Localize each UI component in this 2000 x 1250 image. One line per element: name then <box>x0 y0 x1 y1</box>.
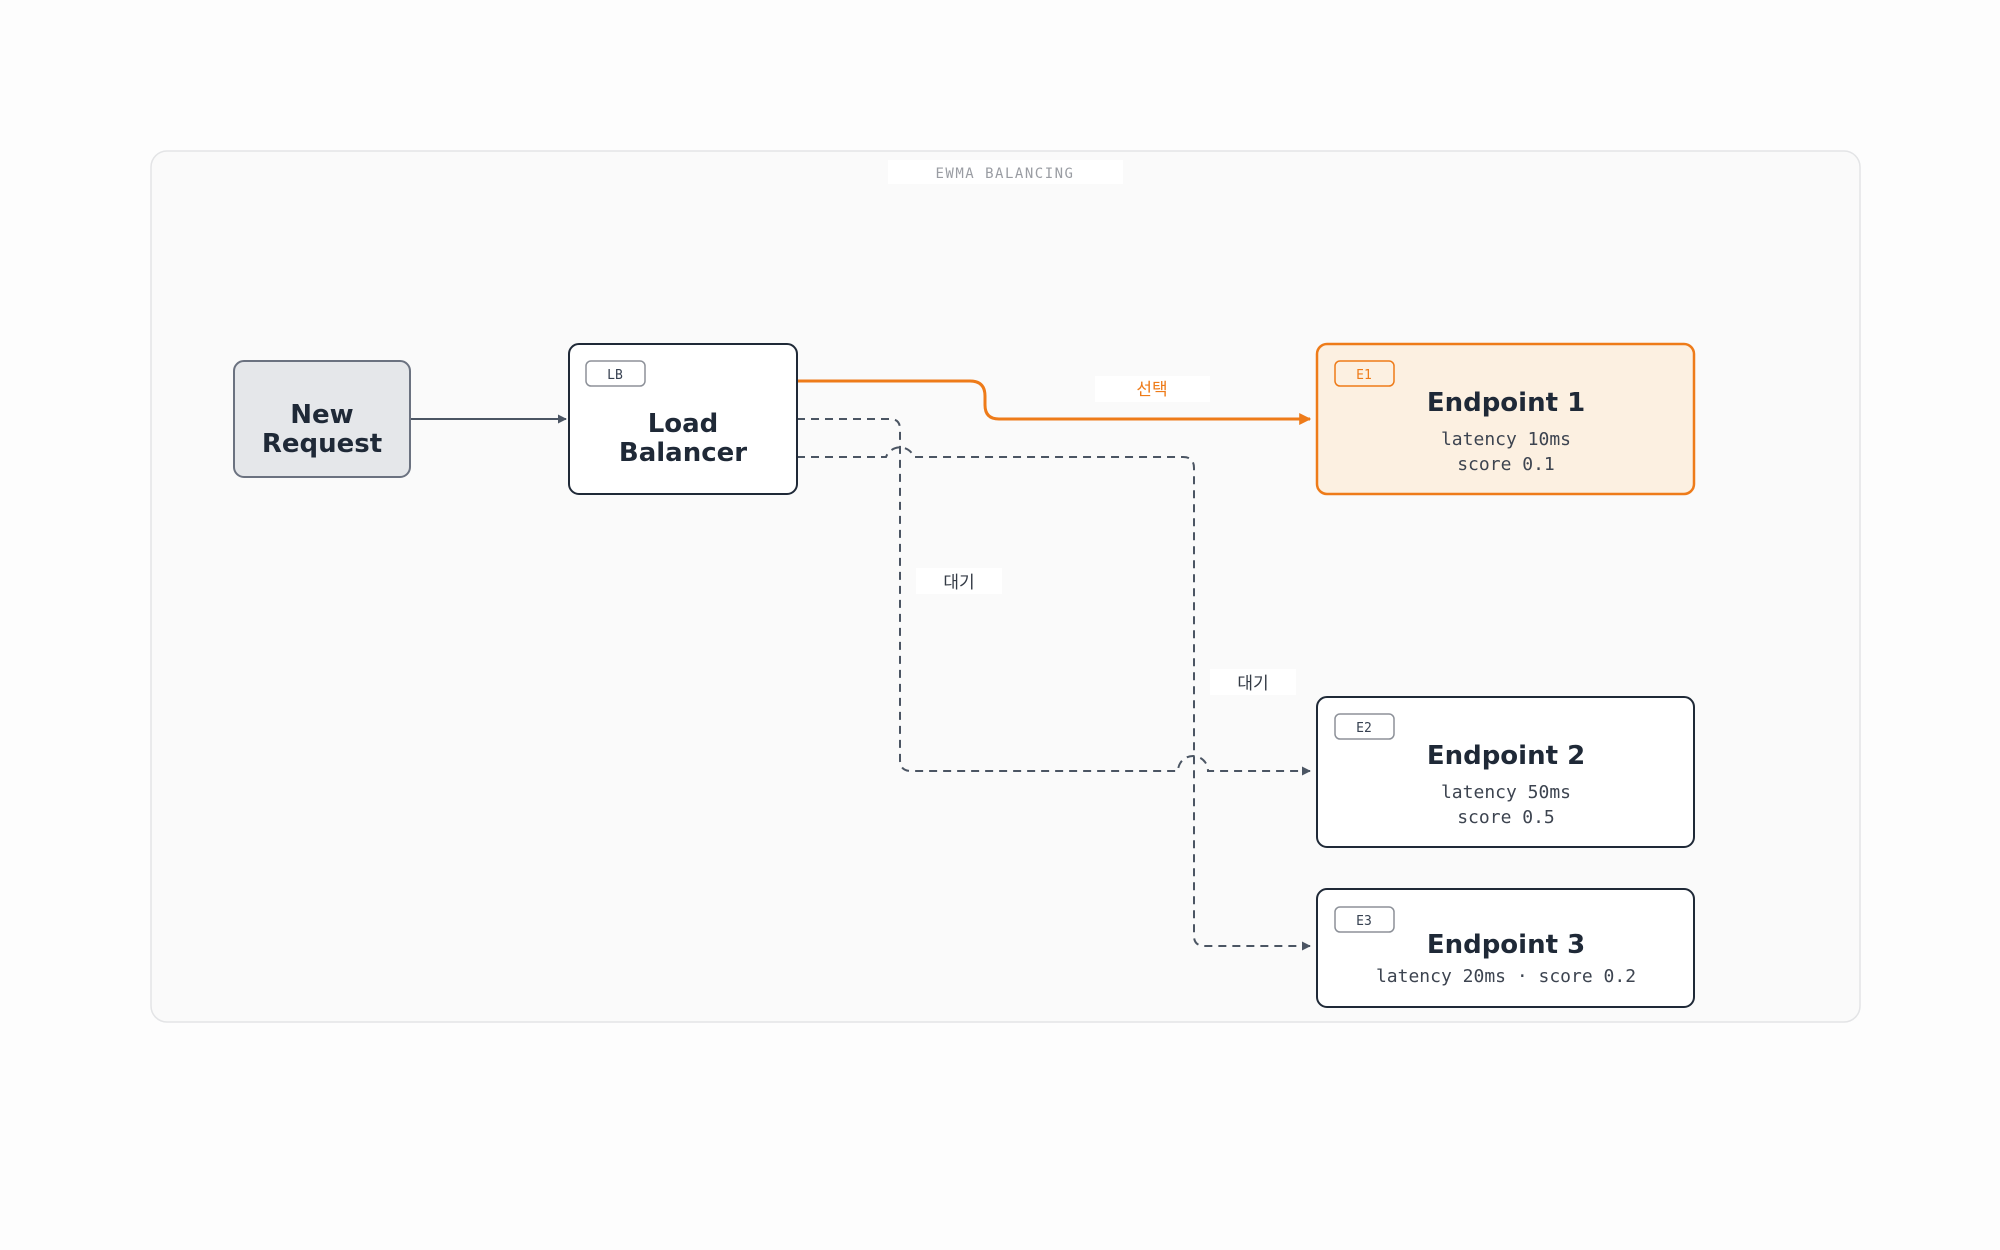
node-new-request: New Request <box>233 360 411 478</box>
node-endpoint-3-metrics: latency 20ms · score 0.2 <box>1376 966 1636 987</box>
node-endpoint-2-title: Endpoint 2 <box>1427 741 1585 771</box>
node-new-request-title-line-1: New <box>290 400 353 430</box>
node-endpoint-3-title: Endpoint 3 <box>1427 930 1585 960</box>
edge-label-wait-e3: 대기 <box>1237 674 1268 694</box>
edge-label-selected: 선택 <box>1136 380 1167 400</box>
node-endpoint-1-badge-text: E1 <box>1356 368 1372 383</box>
node-endpoint-3: E3 Endpoint 3 latency 20ms · score 0.2 <box>1316 888 1695 1008</box>
node-endpoint-3-badge-text: E3 <box>1356 914 1372 929</box>
node-load-balancer: LB Load Balancer <box>568 343 798 495</box>
ewma-balancing-diagram: EWMA BALANCING 선택 대기 대기 New Request LB L… <box>150 150 1861 1023</box>
node-endpoint-1-title: Endpoint 1 <box>1427 388 1585 418</box>
node-endpoint-2: E2 Endpoint 2 latency 50ms score 0.5 <box>1316 696 1695 848</box>
node-endpoint-1-latency: latency 10ms <box>1441 429 1571 450</box>
node-endpoint-2-badge-text: E2 <box>1356 721 1372 736</box>
node-endpoint-2-score: score 0.5 <box>1457 807 1555 828</box>
node-load-balancer-badge-text: LB <box>607 368 623 383</box>
node-new-request-title-line-2: Request <box>262 429 382 459</box>
node-endpoint-1: E1 Endpoint 1 latency 10ms score 0.1 <box>1315 342 1696 496</box>
node-load-balancer-title-line-1: Load <box>648 409 719 439</box>
group-label: EWMA BALANCING <box>935 166 1074 182</box>
edge-label-wait-e2: 대기 <box>943 573 974 593</box>
node-endpoint-2-latency: latency 50ms <box>1441 782 1571 803</box>
node-load-balancer-title-line-2: Balancer <box>619 438 747 468</box>
node-endpoint-1-score: score 0.1 <box>1457 454 1555 475</box>
